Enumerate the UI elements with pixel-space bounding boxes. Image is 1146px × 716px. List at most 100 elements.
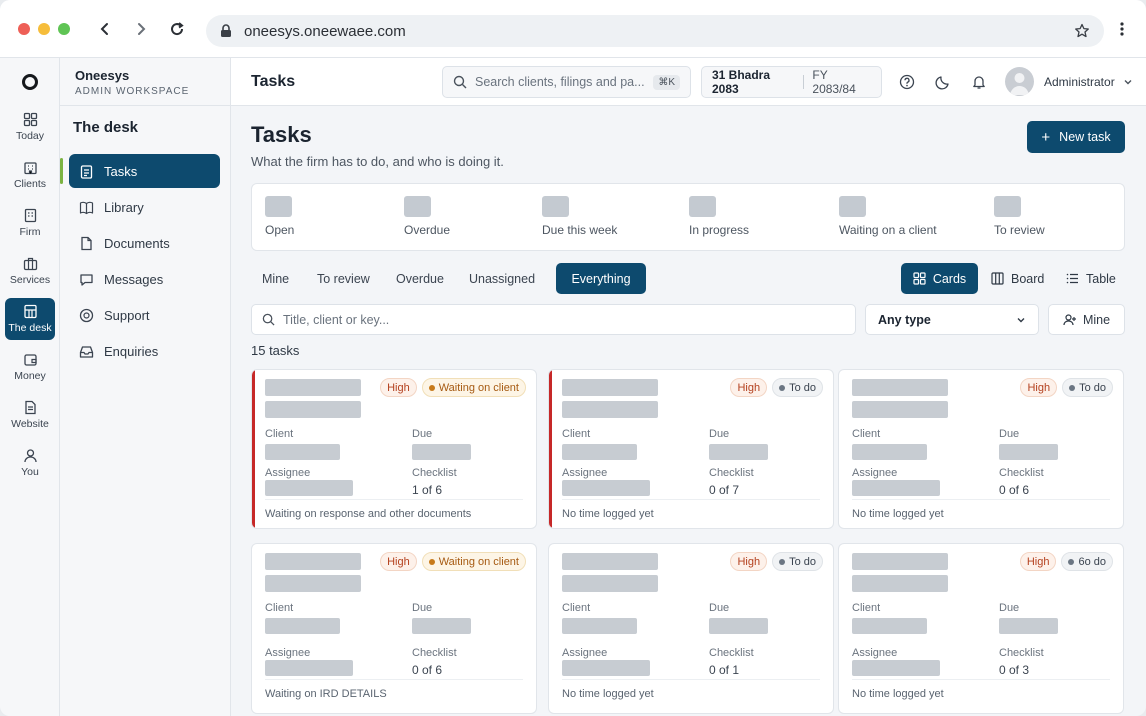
status-badge: Waiting on client — [421, 378, 526, 397]
stat-in-progress[interactable]: In progress — [689, 196, 749, 237]
task-footer: No time logged yet — [852, 499, 1110, 520]
client-label: Client — [562, 428, 591, 440]
forward-button[interactable] — [128, 16, 154, 42]
stat-label: Due this week — [542, 223, 618, 237]
app-logo[interactable] — [0, 58, 60, 106]
task-subtitle-placeholder — [852, 401, 948, 418]
maximize-window-button[interactable] — [58, 22, 70, 35]
filter-tab-to-review[interactable]: To review — [317, 263, 370, 294]
rail-item-you[interactable]: You — [5, 442, 55, 484]
sidebar-item-enquiries[interactable]: Enquiries — [69, 334, 220, 368]
due-label: Due — [709, 602, 730, 614]
task-card[interactable]: High To do Client Due Assignee Checklist… — [838, 369, 1124, 529]
chevron-right-icon — [138, 22, 146, 35]
checklist-label: Checklist — [412, 647, 457, 659]
task-card[interactable]: High 6o do Client Due Assignee Checklist… — [838, 543, 1124, 714]
client-value-placeholder — [265, 618, 340, 634]
filter-tab-unassigned[interactable]: Unassigned — [469, 263, 535, 294]
back-button[interactable] — [92, 16, 118, 42]
reload-button[interactable] — [164, 16, 190, 42]
assignee-value-placeholder — [265, 660, 353, 676]
address-bar[interactable]: oneesys.oneewaee.com — [206, 15, 1104, 47]
sidebar-item-library[interactable]: Library — [69, 190, 220, 224]
workspace-header[interactable]: Oneesys ADMIN WORKSPACE — [60, 58, 230, 106]
minimize-window-button[interactable] — [38, 22, 50, 35]
chevron-left-icon — [100, 22, 108, 35]
moon-icon[interactable] — [935, 74, 951, 90]
stat-open[interactable]: Open — [265, 196, 294, 237]
rail-label: Clients — [13, 178, 47, 190]
rail-item-services[interactable]: Services — [5, 250, 55, 292]
rail-item-today[interactable]: Today — [5, 106, 55, 148]
task-card[interactable]: High To do Client Due Assignee Checklist… — [548, 543, 834, 714]
task-subtitle-placeholder — [265, 401, 361, 418]
task-footer: No time logged yet — [562, 679, 820, 700]
view-board-button[interactable]: Board — [991, 263, 1044, 294]
checklist-value: 0 of 6 — [999, 483, 1030, 497]
due-label: Due — [709, 428, 730, 440]
new-task-label: New task — [1059, 130, 1111, 144]
type-select-value: Any type — [878, 312, 931, 327]
rail-label: Website — [11, 418, 49, 430]
app-rail: Today Clients Firm Services The desk Mon… — [0, 58, 60, 716]
filter-tab-everything[interactable]: Everything — [556, 263, 646, 294]
window-controls — [18, 22, 70, 35]
checklist-value: 0 of 6 — [412, 663, 443, 677]
stat-waiting-on-client[interactable]: Waiting on a client — [839, 196, 937, 237]
client-value-placeholder — [562, 444, 637, 460]
stat-overdue[interactable]: Overdue — [404, 196, 450, 237]
task-title-placeholder — [265, 553, 361, 570]
task-card[interactable]: High Waiting on client Client Due Assign… — [251, 369, 537, 529]
task-subtitle-placeholder — [852, 575, 948, 592]
rail-item-firm[interactable]: Firm — [5, 202, 55, 244]
sidebar-item-documents[interactable]: Documents — [69, 226, 220, 260]
user-menu[interactable]: Administrator — [1005, 67, 1133, 96]
task-card[interactable]: High Waiting on client Client Due Assign… — [251, 543, 537, 714]
wallet-icon — [23, 354, 37, 366]
rail-item-clients[interactable]: Clients — [5, 154, 55, 196]
rail-item-the-desk[interactable]: The desk — [5, 298, 55, 340]
office-icon — [24, 208, 36, 223]
date-display[interactable]: 31 Bhadra 2083 FY 2083/84 — [701, 66, 882, 98]
view-cards-button[interactable]: Cards — [901, 263, 978, 294]
stat-due-this-week[interactable]: Due this week — [542, 196, 617, 237]
stat-value-placeholder — [265, 196, 292, 217]
status-label: Waiting on client — [438, 555, 519, 568]
user-icon — [23, 449, 37, 463]
browser-menu-icon[interactable] — [1120, 22, 1124, 36]
rail-item-website[interactable]: Website — [5, 394, 55, 436]
close-window-button[interactable] — [18, 22, 30, 35]
due-label: Due — [999, 428, 1020, 440]
bookmark-star-icon[interactable] — [1074, 23, 1090, 39]
checklist-value: 1 of 6 — [412, 483, 443, 497]
new-task-button[interactable]: + New task — [1027, 121, 1125, 153]
type-select[interactable]: Any type — [865, 304, 1039, 335]
mine-filter-button[interactable]: Mine — [1048, 304, 1125, 335]
status-dot-icon — [1068, 558, 1075, 565]
sidebar-item-messages[interactable]: Messages — [69, 262, 220, 296]
stat-to-review[interactable]: To review — [994, 196, 1045, 237]
priority-badge: High — [730, 552, 768, 571]
topbar-title: Tasks — [251, 72, 296, 90]
view-table-button[interactable]: Table — [1066, 263, 1116, 294]
book-icon — [79, 201, 94, 214]
sidebar-item-tasks[interactable]: Tasks — [60, 154, 220, 188]
global-search-input[interactable]: Search clients, filings and pa... ⌘K — [442, 66, 691, 98]
help-icon[interactable] — [899, 74, 915, 90]
client-value-placeholder — [852, 444, 927, 460]
task-stats-panel: Open Overdue Due this week In progress W… — [251, 183, 1125, 251]
status-badge: Waiting on client — [421, 552, 526, 571]
task-footer: No time logged yet — [562, 499, 820, 520]
filter-tab-mine[interactable]: Mine — [262, 263, 289, 294]
sidebar-item-support[interactable]: Support — [69, 298, 220, 332]
rail-item-money[interactable]: Money — [5, 346, 55, 388]
task-card[interactable]: High To do Client Due Assignee Checklist… — [548, 369, 834, 529]
sidebar-item-label: Documents — [104, 235, 170, 251]
task-footer: Waiting on IRD DETAILS — [265, 679, 523, 700]
bell-icon[interactable] — [971, 74, 987, 90]
filter-tab-overdue[interactable]: Overdue — [396, 263, 444, 294]
desk-icon — [23, 304, 37, 319]
task-filter-input[interactable]: Title, client or key... — [251, 304, 856, 335]
stat-value-placeholder — [689, 196, 716, 217]
assignee-label: Assignee — [562, 467, 608, 479]
